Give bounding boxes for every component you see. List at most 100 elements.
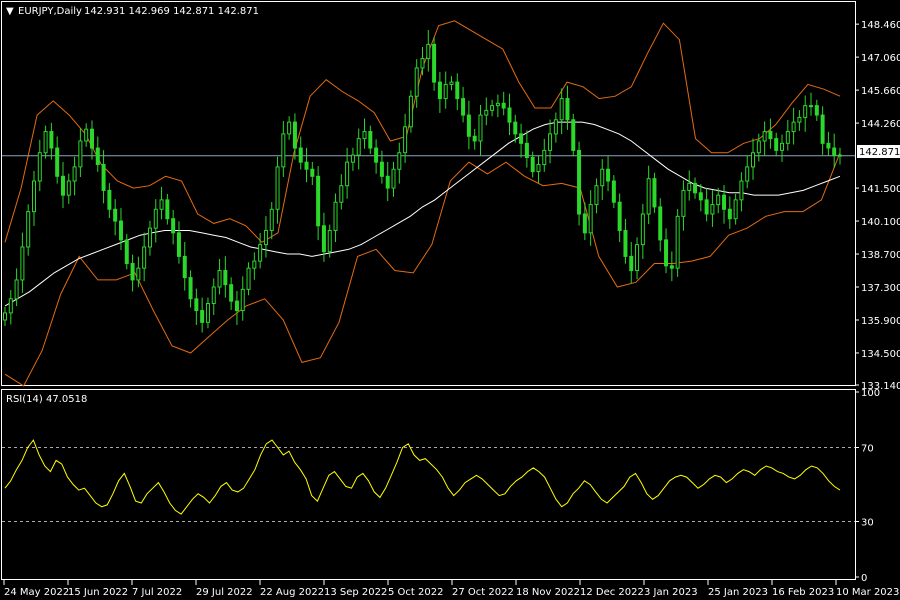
candle-body [745, 166, 750, 182]
candle-body [681, 189, 686, 217]
candle-body [629, 255, 634, 272]
candle-body [246, 267, 251, 290]
candle-body [420, 58, 425, 69]
candle-body [130, 262, 135, 281]
candle-body [472, 135, 477, 142]
candle-body [820, 114, 825, 144]
candle-body [768, 131, 773, 140]
candle-body [791, 121, 796, 133]
candle[interactable] [675, 209, 680, 277]
candle-body [461, 98, 466, 116]
candle-body [333, 201, 338, 231]
candle-body [553, 119, 558, 135]
candle-body [234, 300, 239, 312]
price-tick-label: 148.460 [861, 20, 900, 31]
candle[interactable] [577, 141, 582, 226]
candle-body [559, 98, 564, 121]
candle-body [89, 128, 94, 149]
time-tick-label: 24 May 2022 [4, 587, 69, 598]
candle-body [205, 303, 210, 323]
candle-body [292, 121, 297, 149]
candle-body [8, 298, 13, 314]
candle[interactable] [571, 113, 576, 157]
candle-body [739, 180, 744, 201]
candle-body [107, 189, 112, 210]
candle-body [548, 133, 553, 151]
candle-body [368, 131, 373, 149]
candle[interactable] [408, 90, 413, 133]
candle-body [14, 279, 19, 300]
price-tick-label: 138.700 [861, 250, 900, 261]
candle-body [113, 208, 118, 222]
candle-body [826, 142, 831, 149]
candle-body [258, 244, 263, 262]
candle-body [733, 199, 738, 220]
candle-body [751, 152, 756, 168]
ohlc-values: 142.931 142.969 142.871 142.871 [84, 6, 259, 17]
time-tick-label: 7 Jul 2022 [132, 587, 182, 598]
candle-body [374, 147, 379, 163]
candle-body [72, 166, 77, 182]
candle-body [722, 194, 727, 210]
candle-body [142, 246, 147, 269]
rsi-tick-label: 0 [861, 573, 867, 584]
candle-body [437, 81, 442, 100]
candle-body [408, 95, 413, 128]
candle-body [43, 131, 48, 154]
current-price-label: 142.871 [859, 147, 900, 158]
candle-body [55, 147, 60, 177]
candle-body [652, 178, 657, 208]
time-tick-label: 5 Oct 2022 [388, 587, 443, 598]
candle-body [519, 133, 524, 144]
candle-body [223, 270, 228, 286]
candle-body [669, 265, 674, 269]
candle-body [124, 239, 129, 264]
candle-body [310, 168, 315, 177]
candle-body [646, 178, 651, 215]
price-tick-label: 144.260 [861, 119, 900, 130]
candle-body [159, 199, 164, 210]
candle-body [118, 220, 123, 241]
candle-body [443, 83, 448, 100]
candle-body [542, 149, 547, 166]
time-tick-label: 27 Oct 2022 [452, 587, 514, 598]
candle-body [698, 192, 703, 201]
price-tick-label: 134.500 [861, 349, 900, 360]
candle-body [507, 107, 512, 123]
candle-body [229, 284, 234, 302]
candle-body [640, 213, 645, 246]
candle[interactable] [652, 172, 657, 213]
candle-body [136, 267, 141, 281]
candle-body [664, 239, 669, 267]
time-tick-label: 16 Feb 2023 [772, 587, 834, 598]
candle-body [478, 114, 483, 142]
candle-body [617, 201, 622, 231]
candle-body [275, 166, 280, 210]
candle-body [287, 121, 292, 135]
trading-chart[interactable]: 148.460 147.060 145.660 144.260 141.500 140.1… [0, 0, 900, 600]
candle-body [345, 161, 350, 187]
candle-body [385, 175, 390, 189]
candle-body [37, 152, 42, 182]
time-tick-label: 12 Dec 2022 [580, 587, 644, 598]
price-tick-label: 145.660 [861, 86, 900, 97]
candle-body [147, 227, 152, 248]
candle-body [84, 128, 89, 142]
candle-body [101, 164, 106, 191]
candle-body [316, 175, 321, 227]
chart-menu-icon[interactable]: ▼ [6, 6, 14, 17]
candle-body [536, 164, 541, 173]
candle-body [200, 310, 205, 323]
candle-body [304, 161, 309, 170]
candle-body [298, 147, 303, 163]
candle-body [182, 255, 187, 279]
candle-body [211, 286, 216, 305]
candle-body [658, 206, 663, 241]
candle-body [66, 180, 71, 196]
candle-body [321, 225, 326, 253]
candle-body [635, 244, 640, 272]
candle-body [756, 140, 761, 154]
candle-body [716, 194, 721, 206]
candle-body [814, 105, 819, 116]
candle-body [588, 204, 593, 234]
